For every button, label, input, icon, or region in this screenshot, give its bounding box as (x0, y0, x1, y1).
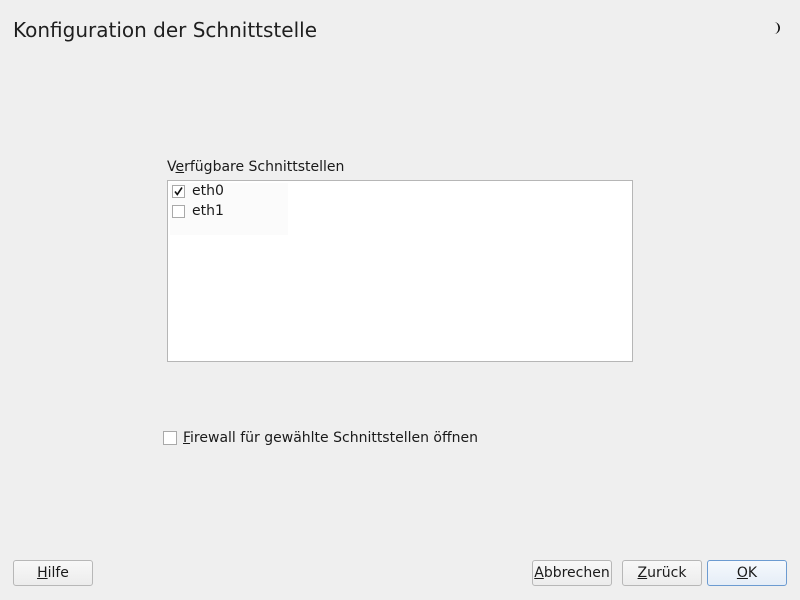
list-item-label: eth1 (192, 203, 224, 219)
list-item-eth0[interactable]: eth0 (172, 181, 288, 201)
list-item-label: eth0 (192, 183, 224, 199)
interfaces-list-label: Verfügbare Schnittstellen (167, 159, 345, 175)
interfaces-list[interactable]: eth0 eth1 (167, 180, 633, 362)
cancel-button[interactable]: Abbrechen (532, 560, 612, 586)
dialog-title: Konfiguration der Schnittstelle (13, 18, 317, 42)
eth0-checkbox[interactable] (172, 184, 185, 198)
back-button[interactable]: Zurück (622, 560, 702, 586)
eth1-checkbox[interactable] (172, 204, 185, 218)
moon-icon[interactable] (768, 20, 784, 36)
ok-button[interactable]: OK (707, 560, 787, 586)
list-item-eth1[interactable]: eth1 (172, 201, 288, 221)
help-button[interactable]: Hilfe (13, 560, 93, 586)
checkmark-icon (174, 186, 183, 196)
firewall-label: Firewall für gewählte Schnittstellen öff… (183, 430, 478, 446)
firewall-checkbox[interactable] (163, 431, 177, 445)
firewall-option[interactable]: Firewall für gewählte Schnittstellen öff… (163, 429, 478, 447)
